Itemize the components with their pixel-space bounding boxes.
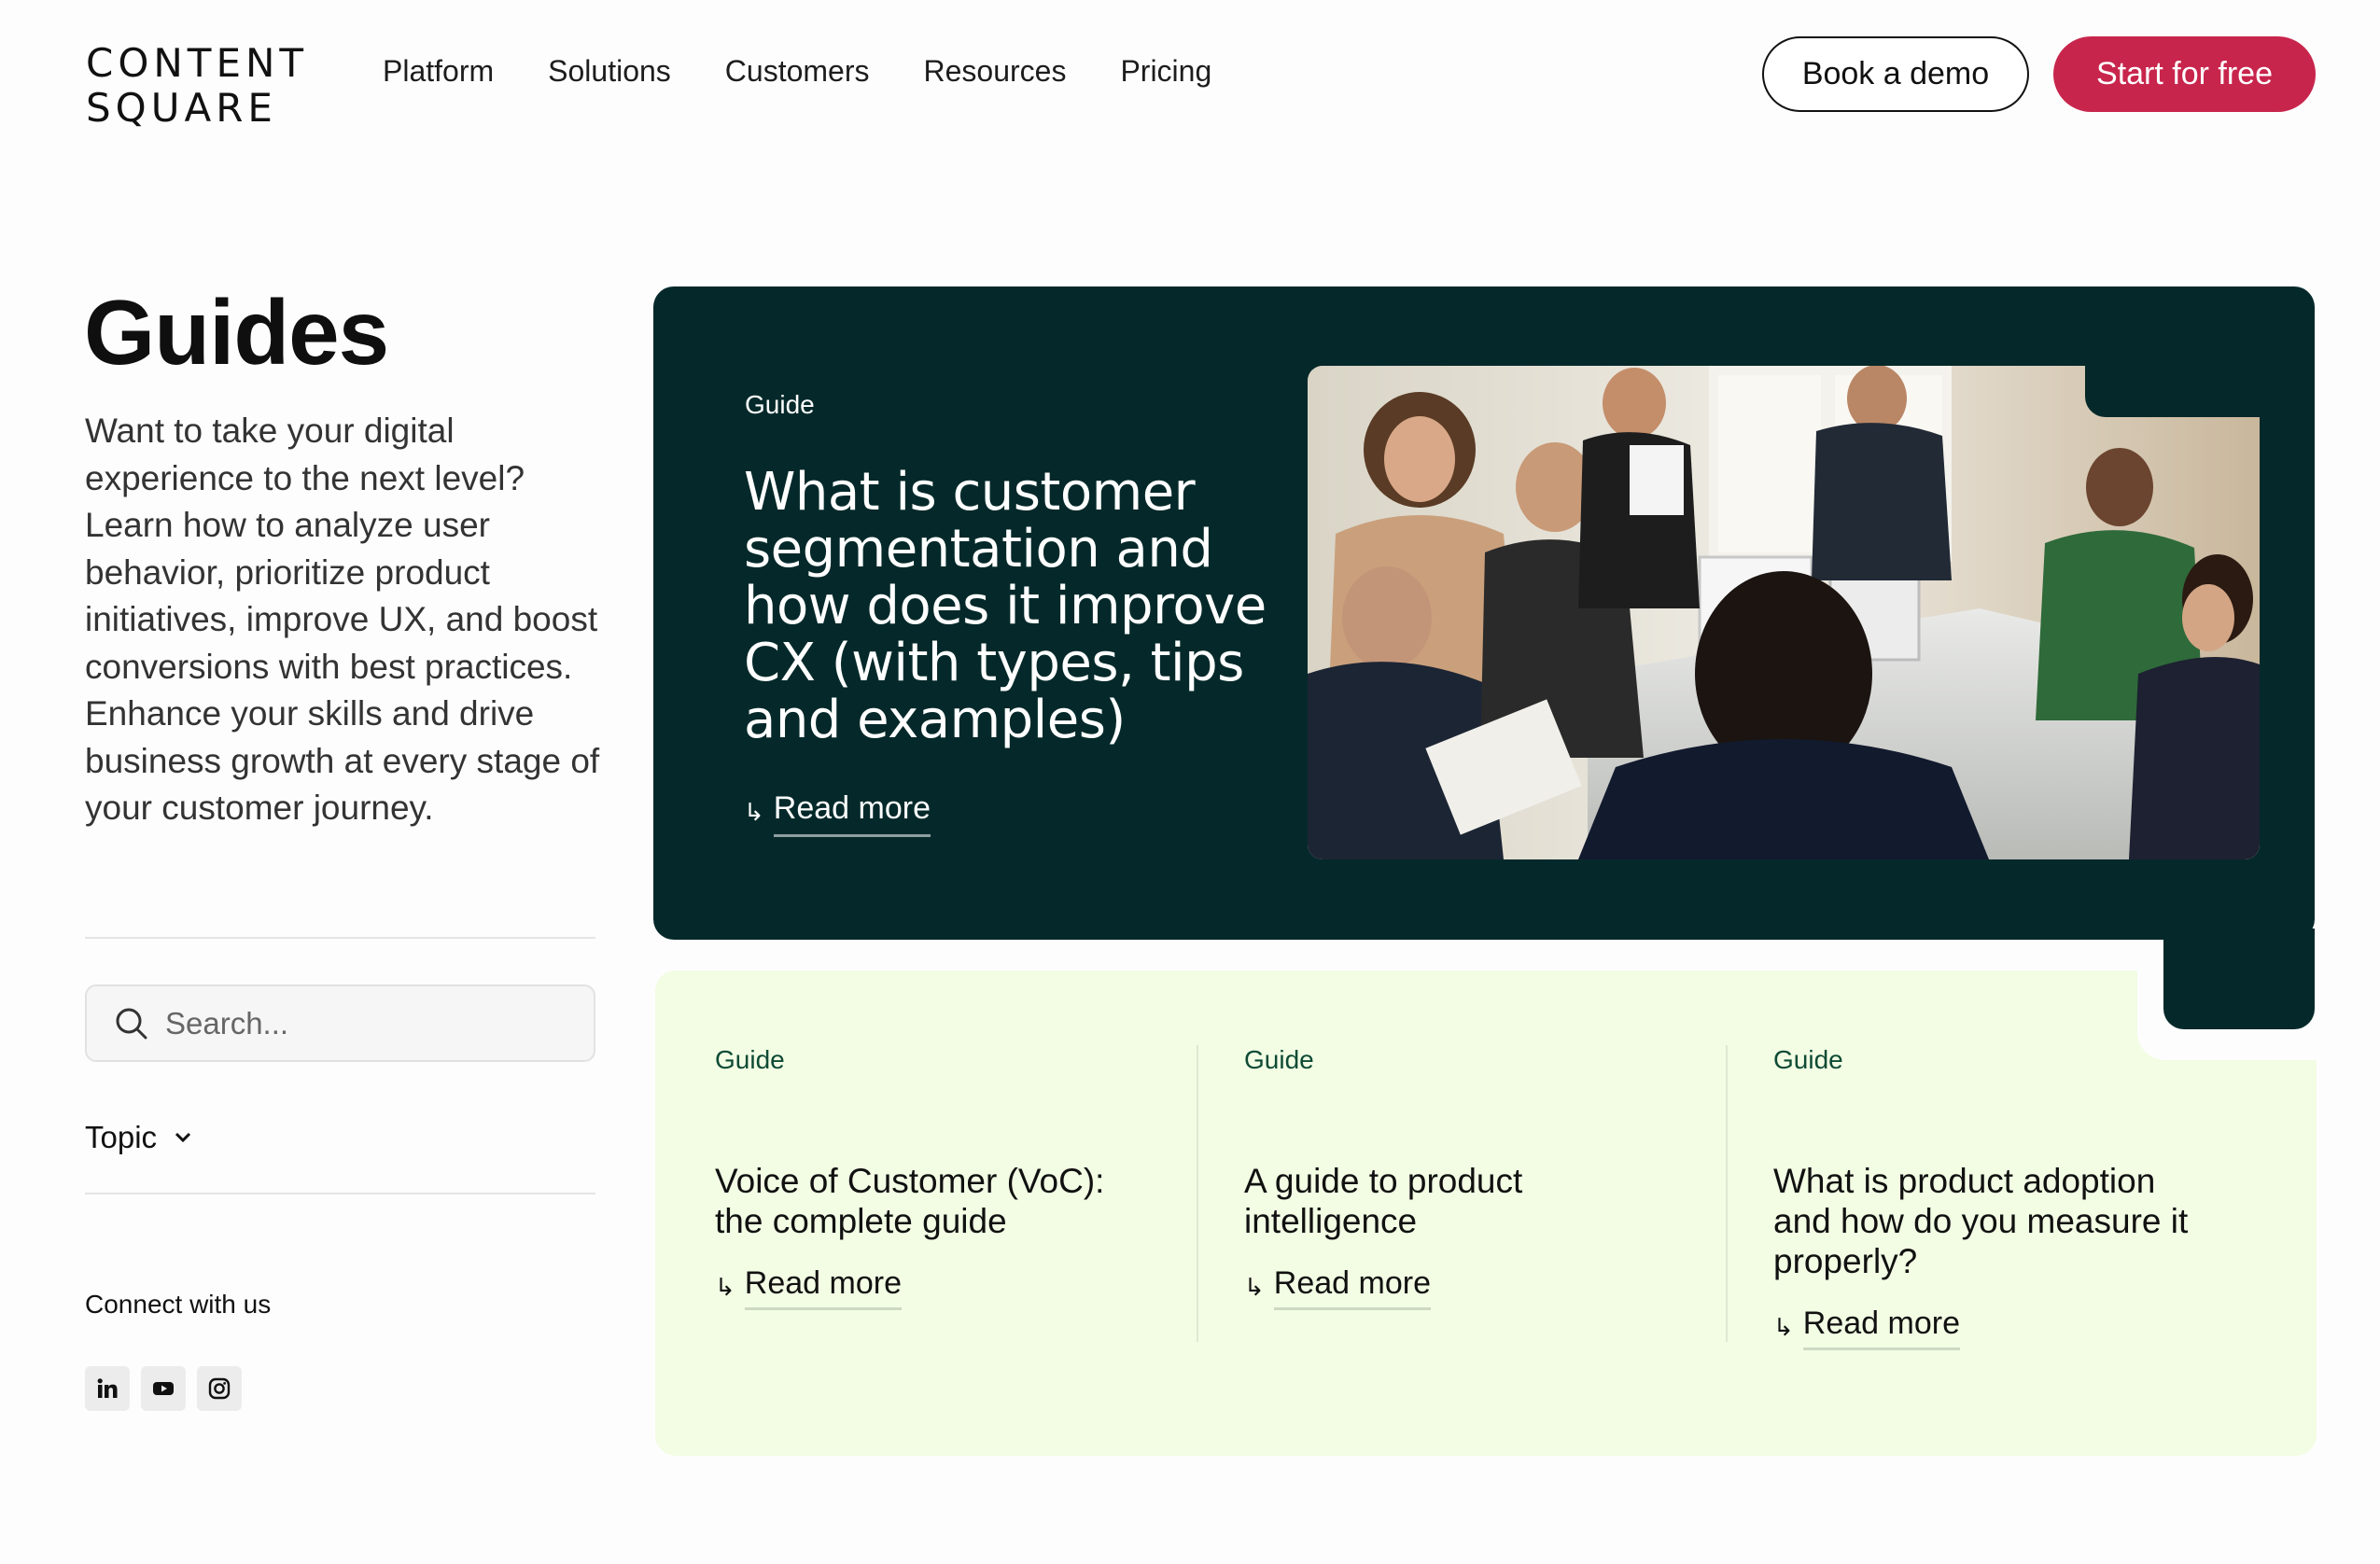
card-tag: Guide <box>1244 1045 1314 1074</box>
site-header: CONTENT SQUARE Platform Solutions Custom… <box>0 0 2380 149</box>
read-more-label: Read more <box>1273 1265 1431 1310</box>
read-more-label: Read more <box>773 790 931 837</box>
arrow-down-right-icon: ↳ <box>1773 1313 1794 1341</box>
book-demo-button[interactable]: Book a demo <box>1762 36 2029 112</box>
arrow-down-right-icon: ↳ <box>1244 1273 1265 1301</box>
card-read-more-link[interactable]: ↳ Read more <box>715 1265 1182 1310</box>
connect-heading: Connect with us <box>85 1290 272 1319</box>
column-divider <box>1197 1045 1198 1342</box>
nav-item-solutions[interactable]: Solutions <box>548 54 671 89</box>
column-divider <box>1726 1045 1728 1342</box>
start-free-button[interactable]: Start for free <box>2053 36 2316 112</box>
topic-label: Topic <box>85 1120 158 1154</box>
card-read-more-link[interactable]: ↳ Read more <box>1773 1306 2240 1350</box>
search-icon <box>116 1008 147 1039</box>
featured-photo <box>1308 366 2260 859</box>
arrow-down-right-icon: ↳ <box>744 798 764 826</box>
featured-title[interactable]: What is customer segmentation and how do… <box>744 464 1267 748</box>
instagram-icon[interactable] <box>197 1366 242 1411</box>
page-title: Guides <box>84 281 389 384</box>
team-meeting-photo <box>1308 366 2260 859</box>
nav-item-customers[interactable]: Customers <box>725 54 870 89</box>
divider <box>85 1193 595 1194</box>
guide-card-product-adoption[interactable]: Guide What is product adoption and how d… <box>1773 1045 2240 1350</box>
logo-line-2: SQUARE <box>86 85 277 131</box>
card-tag: Guide <box>715 1045 785 1074</box>
youtube-icon[interactable] <box>141 1366 186 1411</box>
card-title[interactable]: Voice of Customer (VoC): the complete gu… <box>715 1161 1144 1241</box>
search-box[interactable] <box>85 984 595 1062</box>
card-tag: Guide <box>1773 1045 1843 1074</box>
nav-item-pricing[interactable]: Pricing <box>1120 54 1211 89</box>
nav-item-resources[interactable]: Resources <box>923 54 1066 89</box>
featured-read-more-link[interactable]: ↳ Read more <box>744 790 931 837</box>
guide-card-product-intelligence[interactable]: Guide A guide to product intelligence ↳ … <box>1244 1045 1711 1310</box>
card-read-more-link[interactable]: ↳ Read more <box>1244 1265 1711 1310</box>
card-title[interactable]: A guide to product intelligence <box>1244 1161 1673 1241</box>
search-input[interactable] <box>165 1005 576 1041</box>
social-links <box>85 1366 242 1411</box>
contentsquare-logo[interactable]: CONTENT SQUARE <box>86 41 308 131</box>
arrow-down-right-icon: ↳ <box>715 1273 735 1301</box>
read-more-label: Read more <box>1802 1306 1960 1350</box>
logo-line-1: CONTENT <box>86 40 309 86</box>
main-nav: Platform Solutions Customers Resources P… <box>383 54 1266 89</box>
nav-item-platform[interactable]: Platform <box>383 54 494 89</box>
photo-corner-cut <box>2085 359 2266 417</box>
featured-tag: Guide <box>745 390 815 419</box>
featured-card-tab <box>2163 929 2315 1029</box>
read-more-label: Read more <box>744 1265 902 1310</box>
linkedin-icon[interactable] <box>85 1366 130 1411</box>
intro-text: Want to take your digital experience to … <box>85 412 600 827</box>
topic-filter-dropdown[interactable]: Topic <box>85 1120 192 1155</box>
divider <box>85 937 595 939</box>
guide-card-voc[interactable]: Guide Voice of Customer (VoC): the compl… <box>715 1045 1182 1310</box>
chevron-down-icon <box>175 1132 191 1143</box>
card-title[interactable]: What is product adoption and how do you … <box>1773 1161 2203 1281</box>
